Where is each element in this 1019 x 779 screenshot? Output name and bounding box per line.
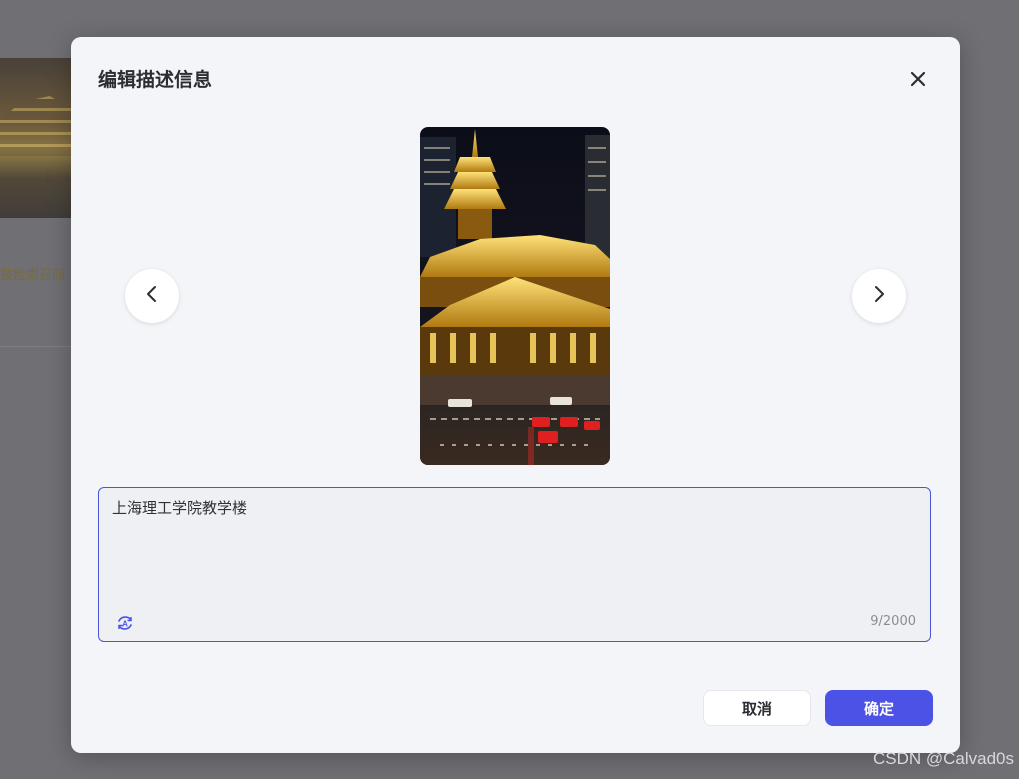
chevron-left-icon [145,285,159,307]
chevron-right-icon [872,285,886,307]
edit-description-dialog: 编辑描述信息 上海理工学院教学楼 A 9/2000 取消 确定 [71,37,960,753]
background-thumbnail [0,58,71,218]
background-divider [0,346,71,347]
background-label: 被检索召回 [0,268,66,283]
description-textarea[interactable]: 上海理工学院教学楼 A 9/2000 [98,487,931,642]
dialog-title: 编辑描述信息 [98,69,213,91]
svg-text:A: A [122,620,128,629]
cancel-button[interactable]: 取消 [703,690,811,726]
next-image-button[interactable] [852,269,906,323]
previous-image-button[interactable] [125,269,179,323]
description-value[interactable]: 上海理工学院教学楼 [112,497,247,518]
watermark: CSDN @Calvad0s [872,749,1014,768]
character-count: 9/2000 [870,614,916,629]
confirm-button[interactable]: 确定 [825,690,933,726]
ai-rewrite-icon[interactable]: A [115,613,135,633]
close-icon[interactable] [907,68,929,90]
image-preview [420,127,610,465]
